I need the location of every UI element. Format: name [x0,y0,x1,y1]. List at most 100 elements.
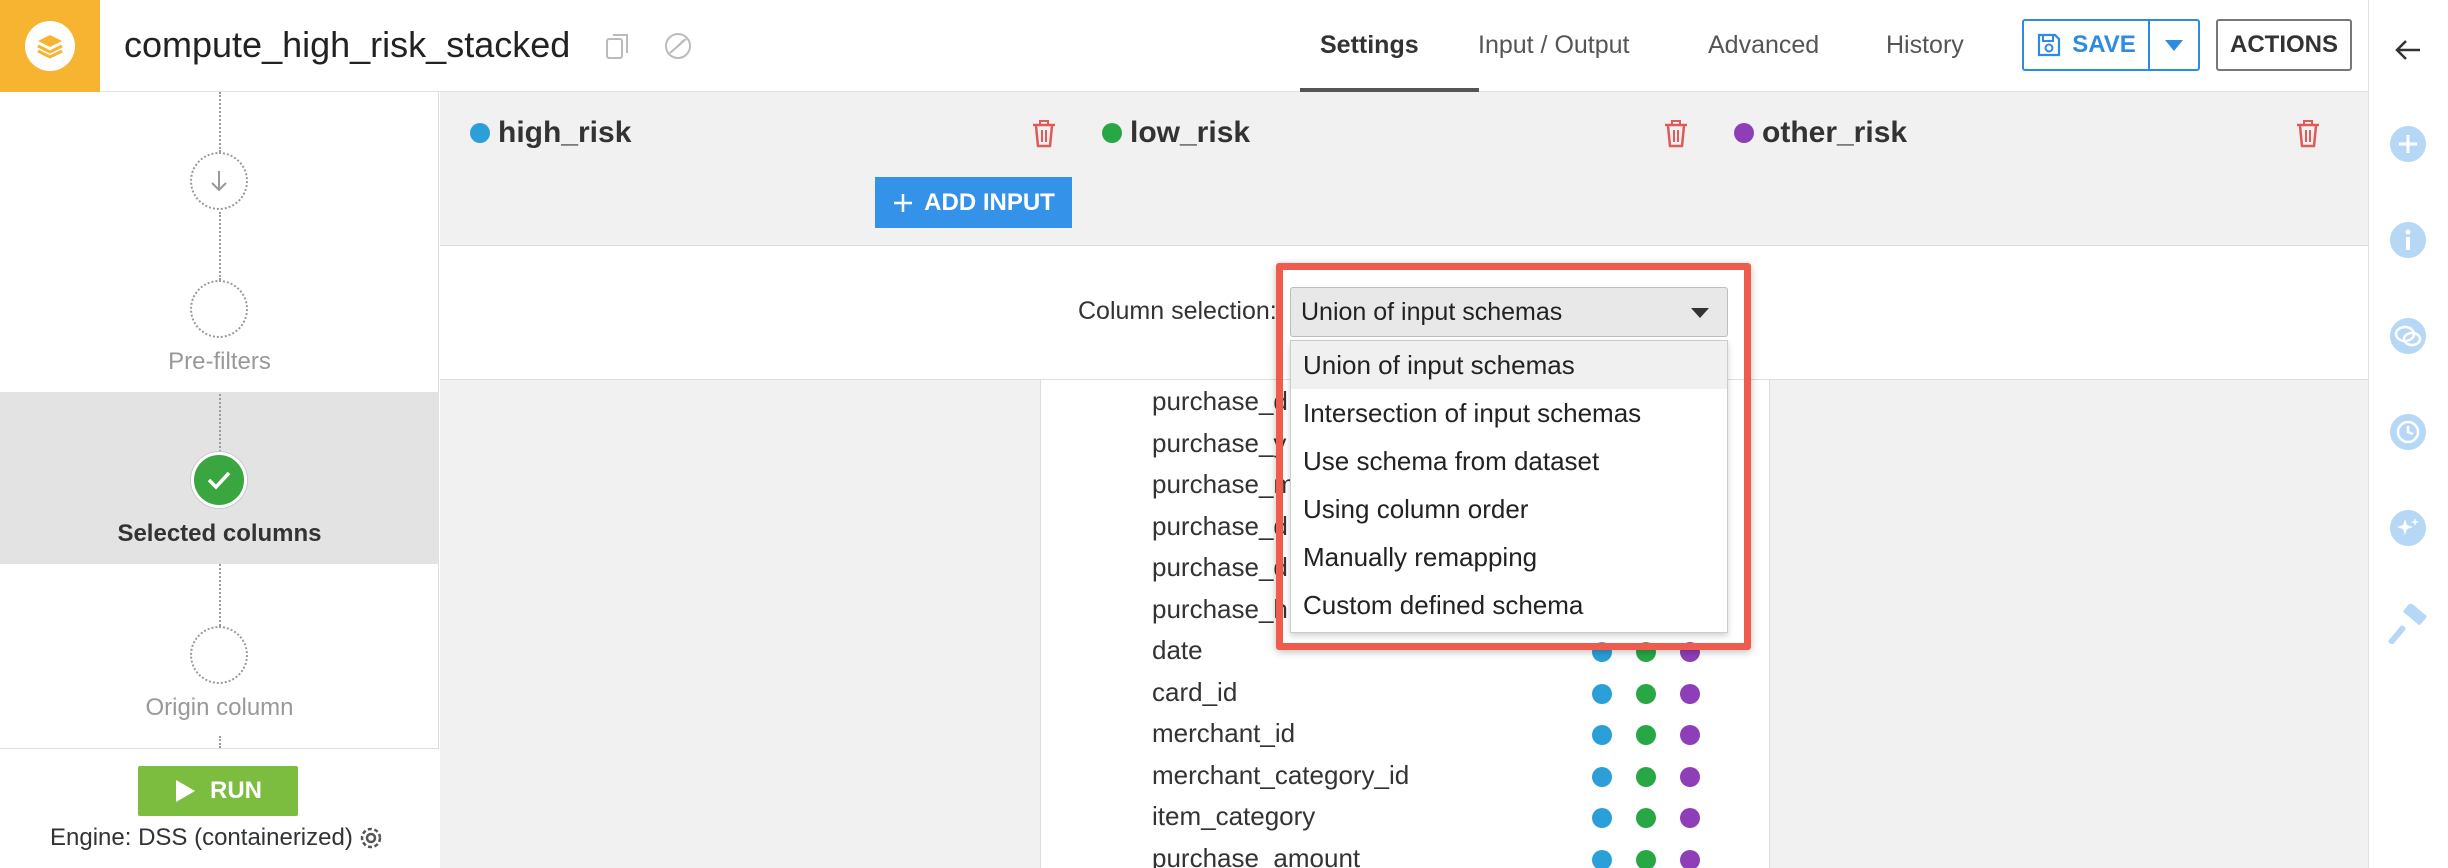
hammer-icon[interactable] [2388,604,2428,644]
column-presence-dots [1592,767,1700,787]
gear-icon[interactable] [356,823,386,853]
input-color-dot [1102,123,1122,143]
trash-icon[interactable] [2294,119,2324,149]
step-origin-column-circle[interactable] [190,626,248,684]
inputs-band [440,92,2368,246]
add-input-label: ADD INPUT [924,188,1055,216]
run-button[interactable]: RUN [138,766,298,816]
column-name: purchase_amount [1152,843,1361,868]
input-name-label: other_risk [1762,116,1908,149]
discussions-icon[interactable] [2388,316,2428,356]
caret-down-icon [1691,308,1709,318]
input-name-label: high_risk [498,116,632,149]
option-manual-remapping[interactable]: Manually remapping [1291,533,1727,581]
column-row[interactable]: merchant_category_id [1152,758,1752,792]
presence-dot [1592,767,1612,787]
save-label: SAVE [2072,31,2136,58]
presence-dot [1680,725,1700,745]
play-icon [176,780,195,802]
input-low-risk[interactable]: low_risk [1102,113,1250,153]
input-color-dot [470,123,490,143]
input-name-label: low_risk [1130,116,1251,149]
step-connector [219,564,221,626]
option-schema-from-dataset[interactable]: Use schema from dataset [1291,437,1727,485]
step-origin-column-label[interactable]: Origin column [0,694,439,722]
arrow-left-icon[interactable] [2388,30,2428,70]
presence-dot [1592,684,1612,704]
step-prefilters-label[interactable]: Pre-filters [0,348,439,376]
option-column-order[interactable]: Using column order [1291,485,1727,533]
tab-settings[interactable]: Settings [1320,28,1419,62]
save-button-group: SAVE [2022,19,2200,71]
column-name: date [1152,635,1203,665]
input-high-risk[interactable]: high_risk [470,113,631,153]
presence-dot [1680,850,1700,868]
column-name: merchant_category_id [1152,760,1410,790]
column-selection-select[interactable]: Union of input schemas [1290,287,1728,337]
presence-dot [1680,684,1700,704]
step-selected-columns-check[interactable] [191,452,247,508]
trash-icon[interactable] [1030,119,1060,149]
dashboard-icon[interactable] [662,30,694,62]
presence-dot [1592,808,1612,828]
trash-icon[interactable] [1662,119,1692,149]
column-name: card_id [1152,677,1238,707]
run-label: RUN [210,777,262,804]
timeline-clock-icon[interactable] [2388,412,2428,452]
step-input-circle[interactable] [190,152,248,210]
recipe-type-logo[interactable] [0,0,100,92]
caret-down-icon [2165,40,2183,51]
tab-history[interactable]: History [1886,28,1964,62]
column-name: purchase_m [1152,469,1296,499]
option-intersection[interactable]: Intersection of input schemas [1291,389,1727,437]
option-union[interactable]: Union of input schemas [1291,341,1727,389]
recipe-title[interactable]: compute_high_risk_stacked [124,22,570,68]
tab-advanced[interactable]: Advanced [1708,28,1819,62]
step-connector [219,92,221,152]
plus-icon[interactable] [2388,124,2428,164]
presence-dot [1636,684,1656,704]
presence-dot [1636,725,1656,745]
column-name: item_category [1152,801,1316,831]
step-prefilters-circle[interactable] [190,280,248,338]
ai-sparkle-icon[interactable] [2388,508,2428,548]
save-options-dropdown[interactable] [2150,21,2198,69]
step-selected-columns-label[interactable]: Selected columns [0,520,439,548]
presence-dot [1636,767,1656,787]
column-selection-label: Column selection: [1078,297,1277,325]
engine-label: Engine: DSS (containerized) [50,824,353,851]
column-name: purchase_d [1152,511,1288,541]
option-custom-schema[interactable]: Custom defined schema [1291,581,1727,629]
copy-icon[interactable] [602,30,634,62]
column-row[interactable]: purchase_amount [1152,841,1752,868]
tab-input-output[interactable]: Input / Output [1478,28,1630,62]
add-input-button[interactable]: ADD INPUT [875,177,1072,228]
arrow-down-icon [211,171,227,192]
presence-dot [1636,808,1656,828]
column-name: purchase_y [1152,428,1287,458]
column-name: purchase_h [1152,594,1288,624]
info-icon[interactable] [2388,220,2428,260]
actions-button[interactable]: ACTIONS [2216,19,2352,71]
column-name: purchase_d [1152,386,1288,416]
column-presence-dots [1592,684,1700,704]
select-value: Union of input schemas [1301,297,1563,326]
save-button[interactable]: SAVE [2024,21,2150,69]
column-presence-dots [1592,808,1700,828]
app-root: compute_high_risk_stacked Settings Input… [0,0,2448,868]
input-other-risk[interactable]: other_risk [1734,113,1907,153]
column-name: purchase_d [1152,552,1288,582]
step-connector [219,736,221,748]
floppy-disk-icon [2038,33,2061,57]
column-row[interactable]: item_category [1152,799,1752,833]
presence-dot [1592,850,1612,868]
column-row[interactable]: merchant_id [1152,716,1752,750]
plus-icon [894,193,913,212]
step-connector [219,394,221,452]
column-name: merchant_id [1152,718,1296,748]
presence-dot [1680,808,1700,828]
input-color-dot [1734,123,1754,143]
step-connector [219,212,221,280]
column-row[interactable]: card_id [1152,675,1752,709]
stack-recipe-icon [25,21,75,71]
